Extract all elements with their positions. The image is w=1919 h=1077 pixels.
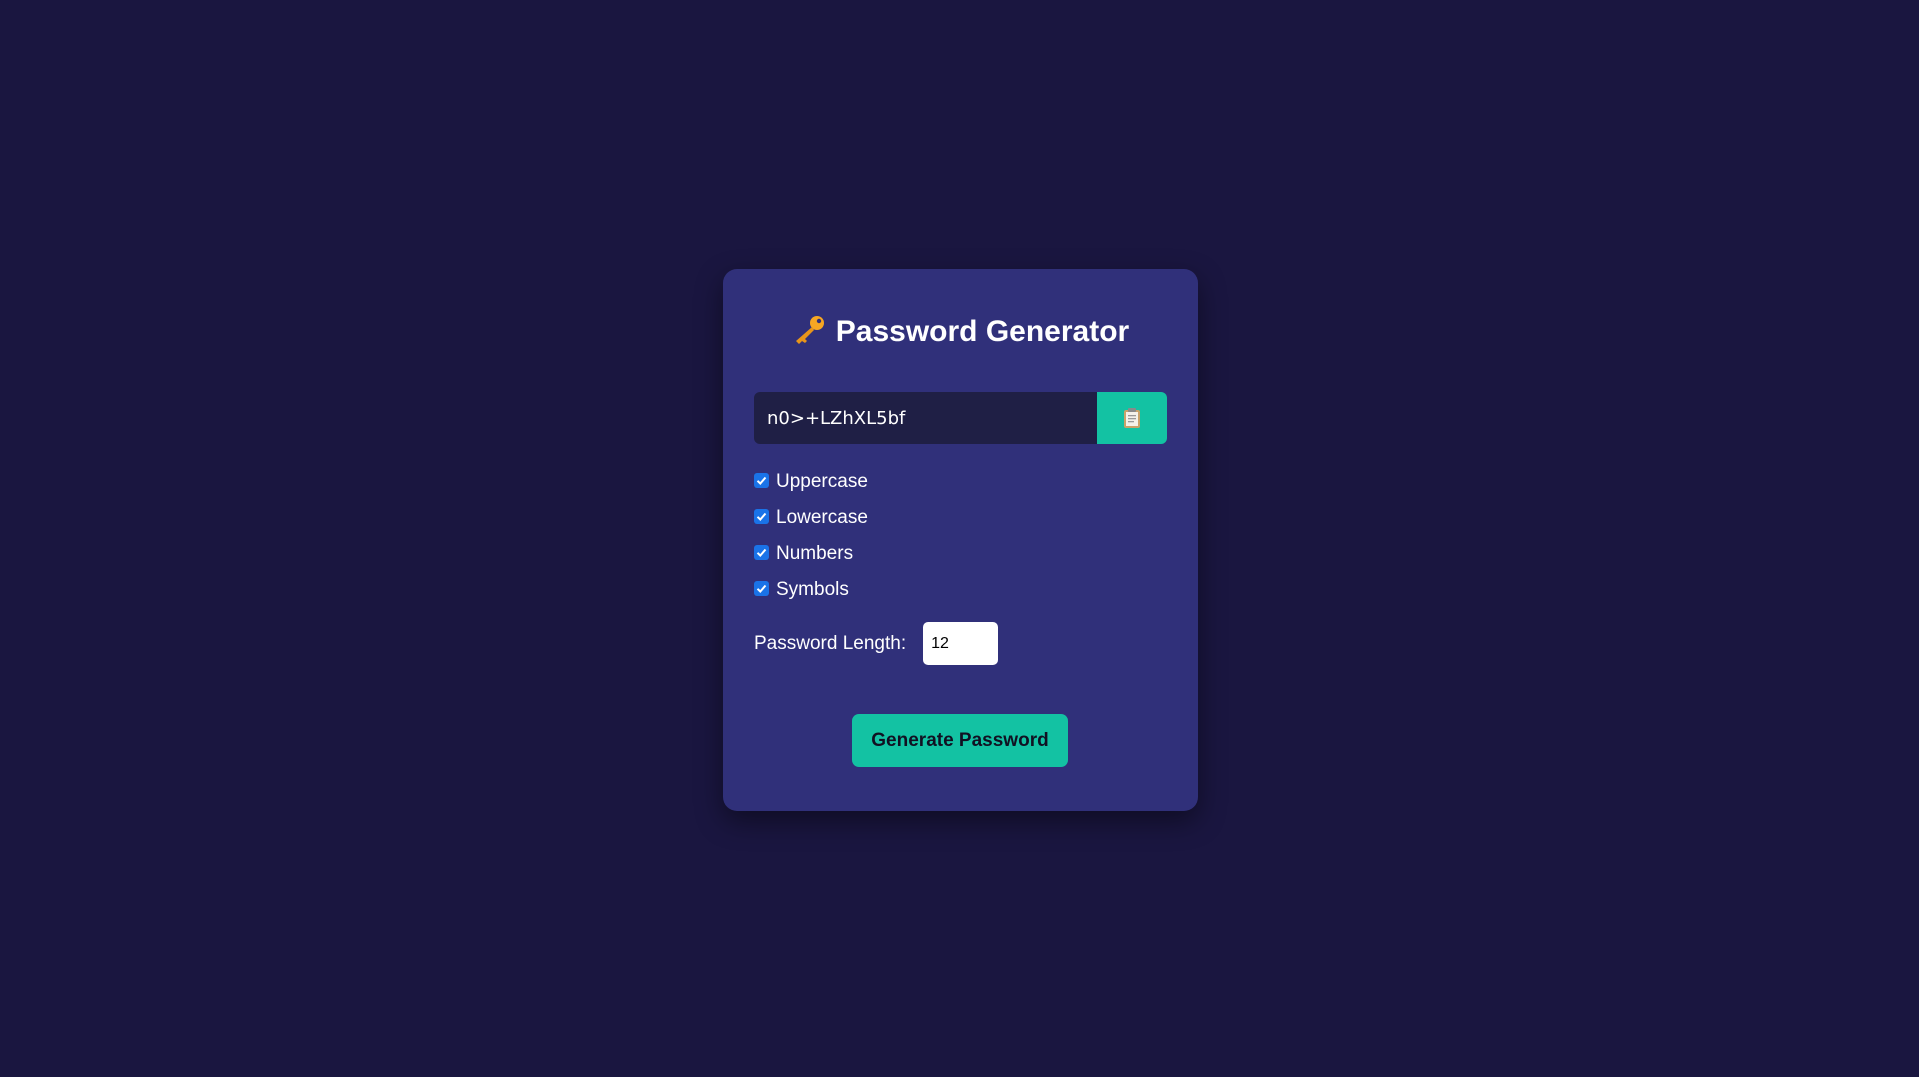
- password-output-field[interactable]: [754, 392, 1097, 444]
- numbers-checkbox[interactable]: [754, 544, 769, 560]
- password-length-input[interactable]: [923, 622, 999, 665]
- option-label: Uppercase: [776, 471, 868, 492]
- checkmark-icon: [756, 584, 767, 593]
- option-symbols[interactable]: Symbols: [754, 579, 849, 601]
- password-generator-card: Password Generator Uppercase Lowercase: [723, 269, 1198, 811]
- option-lowercase[interactable]: Lowercase: [754, 507, 868, 529]
- checkmark-icon: [756, 476, 767, 485]
- symbols-checkbox[interactable]: [754, 580, 769, 596]
- copy-button[interactable]: [1097, 392, 1167, 444]
- generate-password-button[interactable]: Generate Password: [852, 714, 1068, 767]
- option-label: Symbols: [776, 579, 849, 600]
- option-numbers[interactable]: Numbers: [754, 543, 853, 565]
- page-title: Password Generator: [723, 314, 1198, 349]
- clipboard-icon: [1124, 408, 1140, 428]
- checkmark-icon: [756, 548, 767, 557]
- option-uppercase[interactable]: Uppercase: [754, 471, 868, 493]
- option-label: Lowercase: [776, 507, 868, 528]
- option-label: Numbers: [776, 543, 854, 564]
- lowercase-checkbox[interactable]: [754, 508, 769, 524]
- password-length-row: Password Length:: [754, 622, 999, 665]
- title-text: Password Generator: [835, 315, 1130, 348]
- password-output-row: [754, 392, 1167, 444]
- password-length-label: Password Length:: [754, 632, 907, 654]
- checkmark-icon: [756, 512, 767, 521]
- key-icon: [795, 316, 824, 344]
- uppercase-checkbox[interactable]: [754, 472, 769, 488]
